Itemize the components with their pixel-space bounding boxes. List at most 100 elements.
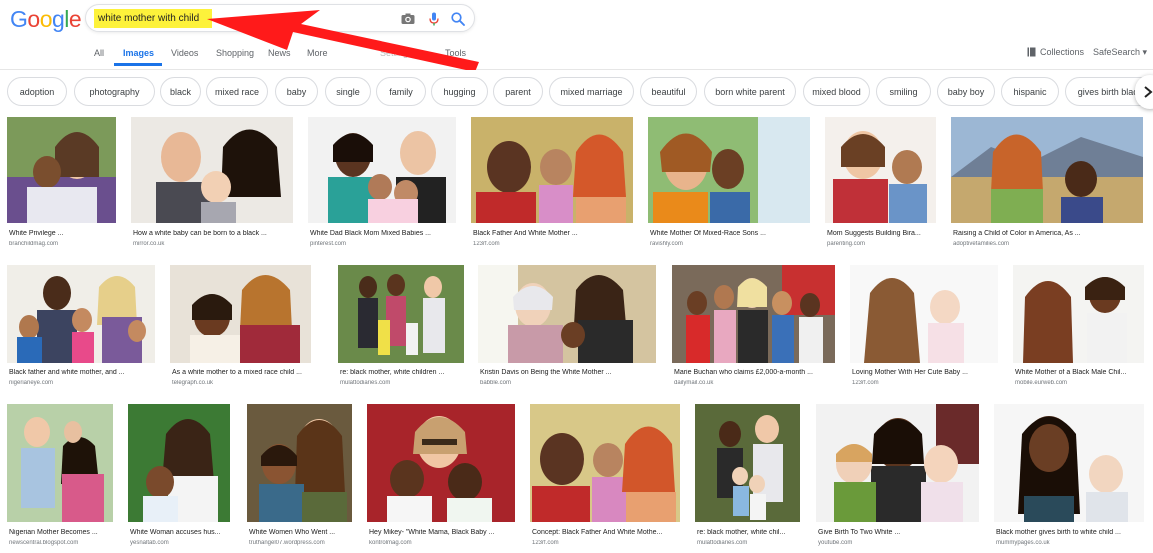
image-result[interactable]: Loving Mother With Her Cute Baby ... 123… — [850, 265, 1000, 390]
result-caption: re: black mother, white children ... — [340, 369, 445, 376]
result-thumbnail[interactable] — [471, 117, 633, 223]
tab-videos[interactable]: Videos — [171, 48, 198, 58]
chip-beautiful[interactable]: beautiful — [640, 77, 697, 106]
result-thumbnail[interactable] — [128, 404, 230, 522]
result-thumbnail[interactable] — [478, 265, 656, 363]
chip-smiling[interactable]: smiling — [876, 77, 931, 106]
result-thumbnail[interactable] — [850, 265, 998, 363]
result-caption: Marie Buchan who claims £2,000-a-month .… — [674, 369, 813, 376]
chip-label: baby boy — [947, 86, 985, 97]
chip-family[interactable]: family — [376, 77, 426, 106]
chip-mixed-race[interactable]: mixed race — [206, 77, 268, 106]
result-thumbnail[interactable] — [994, 404, 1144, 522]
chip-photography[interactable]: photography — [74, 77, 155, 106]
result-caption: Concept: Black Father And White Mothe... — [532, 529, 663, 536]
result-caption: White Mother of a Black Male Chil... — [1015, 369, 1127, 376]
collections-label: Collections — [1040, 47, 1085, 57]
result-thumbnail[interactable] — [7, 117, 116, 223]
google-logo[interactable]: Google — [10, 6, 82, 33]
result-thumbnail[interactable] — [816, 404, 979, 522]
tab-settings[interactable]: Settings — [380, 48, 413, 58]
result-thumbnail[interactable] — [308, 117, 456, 223]
result-source: 123rf.com — [532, 540, 559, 546]
result-thumbnail[interactable] — [648, 117, 810, 223]
image-result[interactable]: How a white baby can be born to a black … — [131, 117, 294, 253]
chip-mixed-blood[interactable]: mixed blood — [803, 77, 870, 106]
camera-icon[interactable] — [400, 11, 416, 27]
image-result[interactable]: White Privilege ... branchildmag.com — [7, 117, 117, 253]
result-thumbnail[interactable] — [338, 265, 464, 363]
chip-hispanic[interactable]: hispanic — [1001, 77, 1059, 106]
result-caption: Black mother gives birth to white child … — [996, 529, 1121, 536]
image-result[interactable]: Nigerian Mother Becomes ... newscentral.… — [7, 404, 115, 550]
image-result[interactable]: White Dad Black Mom Mixed Babies ... pin… — [308, 117, 458, 253]
tab-shopping[interactable]: Shopping — [216, 48, 254, 58]
image-result[interactable]: White Mother Of Mixed-Race Sons ... ravi… — [648, 117, 811, 253]
tab-news[interactable]: News — [268, 48, 291, 58]
image-result[interactable]: Black father and white mother, and ... n… — [7, 265, 157, 390]
result-thumbnail[interactable] — [1013, 265, 1144, 363]
image-result[interactable]: Give Birth To Two White ... youtube.com — [816, 404, 980, 550]
image-result[interactable]: Black Father And White Mother ... 123rf.… — [471, 117, 635, 253]
chip-label: single — [336, 86, 360, 97]
result-source: adoptivefamilies.com — [953, 241, 1010, 247]
result-thumbnail[interactable] — [247, 404, 352, 522]
result-thumbnail[interactable] — [131, 117, 293, 223]
logo-letter: G — [10, 6, 28, 32]
chip-label: gives birth black — [1077, 86, 1143, 97]
search-input[interactable] — [98, 10, 378, 27]
image-result[interactable]: Marie Buchan who claims £2,000-a-month .… — [672, 265, 836, 390]
image-result[interactable]: Kristin Davis on Being the White Mother … — [478, 265, 658, 390]
result-thumbnail[interactable] — [672, 265, 835, 363]
result-thumbnail[interactable] — [695, 404, 800, 522]
image-result[interactable]: White Mother of a Black Male Chil... mob… — [1013, 265, 1145, 390]
search-icon[interactable] — [450, 11, 466, 27]
image-result[interactable]: Concept: Black Father And White Mothe...… — [530, 404, 681, 550]
chip-born-white-parent[interactable]: born white parent — [704, 77, 796, 106]
chip-hugging[interactable]: hugging — [431, 77, 488, 106]
result-thumbnail[interactable] — [367, 404, 515, 522]
image-result[interactable]: As a white mother to a mixed race child … — [170, 265, 312, 390]
image-result[interactable]: Black mother gives birth to white child … — [994, 404, 1145, 550]
result-thumbnail[interactable] — [825, 117, 936, 223]
safesearch-dropdown[interactable]: SafeSearch ▾ — [1093, 47, 1147, 58]
image-result[interactable]: Raising a Child of Color in America, As … — [951, 117, 1144, 253]
result-thumbnail[interactable] — [530, 404, 680, 522]
chip-baby-boy[interactable]: baby boy — [937, 77, 995, 106]
chip-black[interactable]: black — [160, 77, 201, 106]
chip-label: mixed race — [214, 86, 259, 97]
search-box — [85, 4, 475, 32]
result-thumbnail[interactable] — [951, 117, 1143, 223]
image-result[interactable]: Mom Suggests Building Bira... parenting.… — [825, 117, 937, 253]
result-source: 123rf.com — [852, 380, 879, 386]
result-thumbnail[interactable] — [7, 404, 113, 522]
logo-letter: o — [39, 6, 53, 32]
image-result[interactable]: Hey Mikey- "White Mama, Black Baby ... k… — [367, 404, 516, 550]
related-chips-bar: adoption photography black mixed race ba… — [7, 77, 1153, 107]
image-result[interactable]: re: black mother, white chil... mulattod… — [695, 404, 801, 550]
chip-single[interactable]: single — [325, 77, 371, 106]
chip-parent[interactable]: parent — [493, 77, 543, 106]
result-caption: White Women Who Went ... — [249, 529, 336, 536]
chip-mixed-marriage[interactable]: mixed marriage — [549, 77, 634, 106]
result-caption: Black Father And White Mother ... — [473, 230, 578, 237]
image-result[interactable]: White Women Who Went ... truthangel07.wo… — [247, 404, 353, 550]
tab-images[interactable]: Images — [123, 48, 154, 58]
result-source: pinterest.com — [310, 241, 347, 247]
result-source: mummypages.co.uk — [996, 540, 1050, 546]
tab-more[interactable]: More — [307, 48, 328, 58]
result-caption: White Woman accuses hus... — [130, 529, 221, 536]
mic-icon[interactable] — [426, 11, 442, 27]
tab-all[interactable]: All — [94, 48, 104, 58]
result-caption: As a white mother to a mixed race child … — [172, 369, 302, 376]
chip-baby[interactable]: baby — [275, 77, 318, 106]
chip-adoption[interactable]: adoption — [7, 77, 67, 106]
result-thumbnail[interactable] — [7, 265, 155, 363]
image-result[interactable]: re: black mother, white children ... mul… — [338, 265, 466, 390]
result-caption: Give Birth To Two White ... — [818, 529, 901, 536]
result-thumbnail[interactable] — [170, 265, 311, 363]
chip-label: beautiful — [651, 86, 686, 97]
image-result[interactable]: White Woman accuses hus... yesnaltab.com — [128, 404, 231, 550]
collections-button[interactable]: Collections — [1027, 47, 1084, 57]
tab-tools[interactable]: Tools — [445, 48, 466, 58]
